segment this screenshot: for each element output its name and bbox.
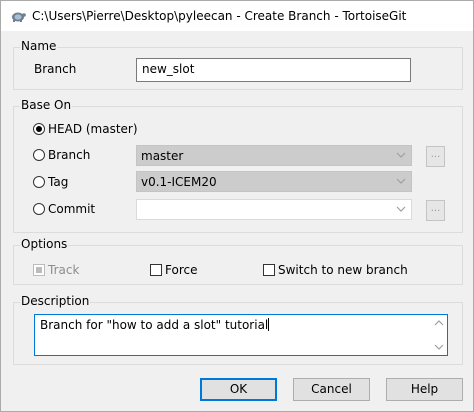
description-textarea[interactable]: Branch for "how to add a slot" tutorial	[34, 314, 448, 356]
switch-branch-checkbox[interactable]	[263, 264, 275, 276]
head-radio-label[interactable]: HEAD (master)	[48, 122, 138, 136]
switch-branch-checkbox-label[interactable]: Switch to new branch	[278, 263, 408, 277]
cancel-button[interactable]: Cancel	[293, 378, 370, 401]
chevron-down-icon	[396, 178, 406, 184]
chevron-down-icon	[396, 152, 406, 158]
scroll-up-icon[interactable]	[433, 318, 445, 328]
tag-combo-value: v0.1-ICEM20	[141, 175, 217, 189]
text-caret	[268, 318, 270, 331]
branch-combo[interactable]: master	[136, 145, 412, 166]
track-checkbox-label[interactable]: Track	[48, 263, 79, 277]
commit-combo[interactable]	[136, 199, 412, 220]
branch-name-input[interactable]: new_slot	[136, 58, 411, 82]
base-on-group-label: Base On	[20, 98, 73, 112]
track-checkbox[interactable]	[33, 264, 45, 276]
commit-radio[interactable]	[33, 203, 45, 215]
commit-radio-label[interactable]: Commit	[48, 202, 95, 216]
tag-combo[interactable]: v0.1-ICEM20	[136, 171, 412, 192]
help-button[interactable]: Help	[386, 378, 463, 401]
branch-name-label: Branch	[34, 62, 77, 76]
name-group-label: Name	[20, 39, 58, 53]
commit-browse-button[interactable]: ...	[426, 200, 445, 221]
head-radio[interactable]	[33, 123, 45, 135]
branch-radio[interactable]	[33, 149, 45, 161]
create-branch-dialog: C:\Users\Pierre\Desktop\pyleecan - Creat…	[0, 0, 474, 412]
options-group-label: Options	[20, 237, 69, 251]
title-bar[interactable]: C:\Users\Pierre\Desktop\pyleecan - Creat…	[1, 1, 473, 31]
description-text: Branch for "how to add a slot" tutorial	[40, 318, 269, 332]
window-title: C:\Users\Pierre\Desktop\pyleecan - Creat…	[32, 9, 407, 23]
description-group-label: Description	[20, 294, 91, 308]
branch-browse-button[interactable]: ...	[426, 146, 445, 167]
force-checkbox-label[interactable]: Force	[165, 263, 197, 277]
tag-radio[interactable]	[33, 176, 45, 188]
ok-button[interactable]: OK	[200, 378, 277, 401]
tag-radio-label[interactable]: Tag	[48, 175, 68, 189]
force-checkbox[interactable]	[150, 264, 162, 276]
chevron-down-icon	[396, 206, 406, 212]
branch-combo-value: master	[141, 149, 184, 163]
tortoisegit-icon	[12, 12, 26, 22]
scroll-down-icon[interactable]	[433, 342, 445, 352]
branch-radio-label[interactable]: Branch	[48, 148, 90, 162]
